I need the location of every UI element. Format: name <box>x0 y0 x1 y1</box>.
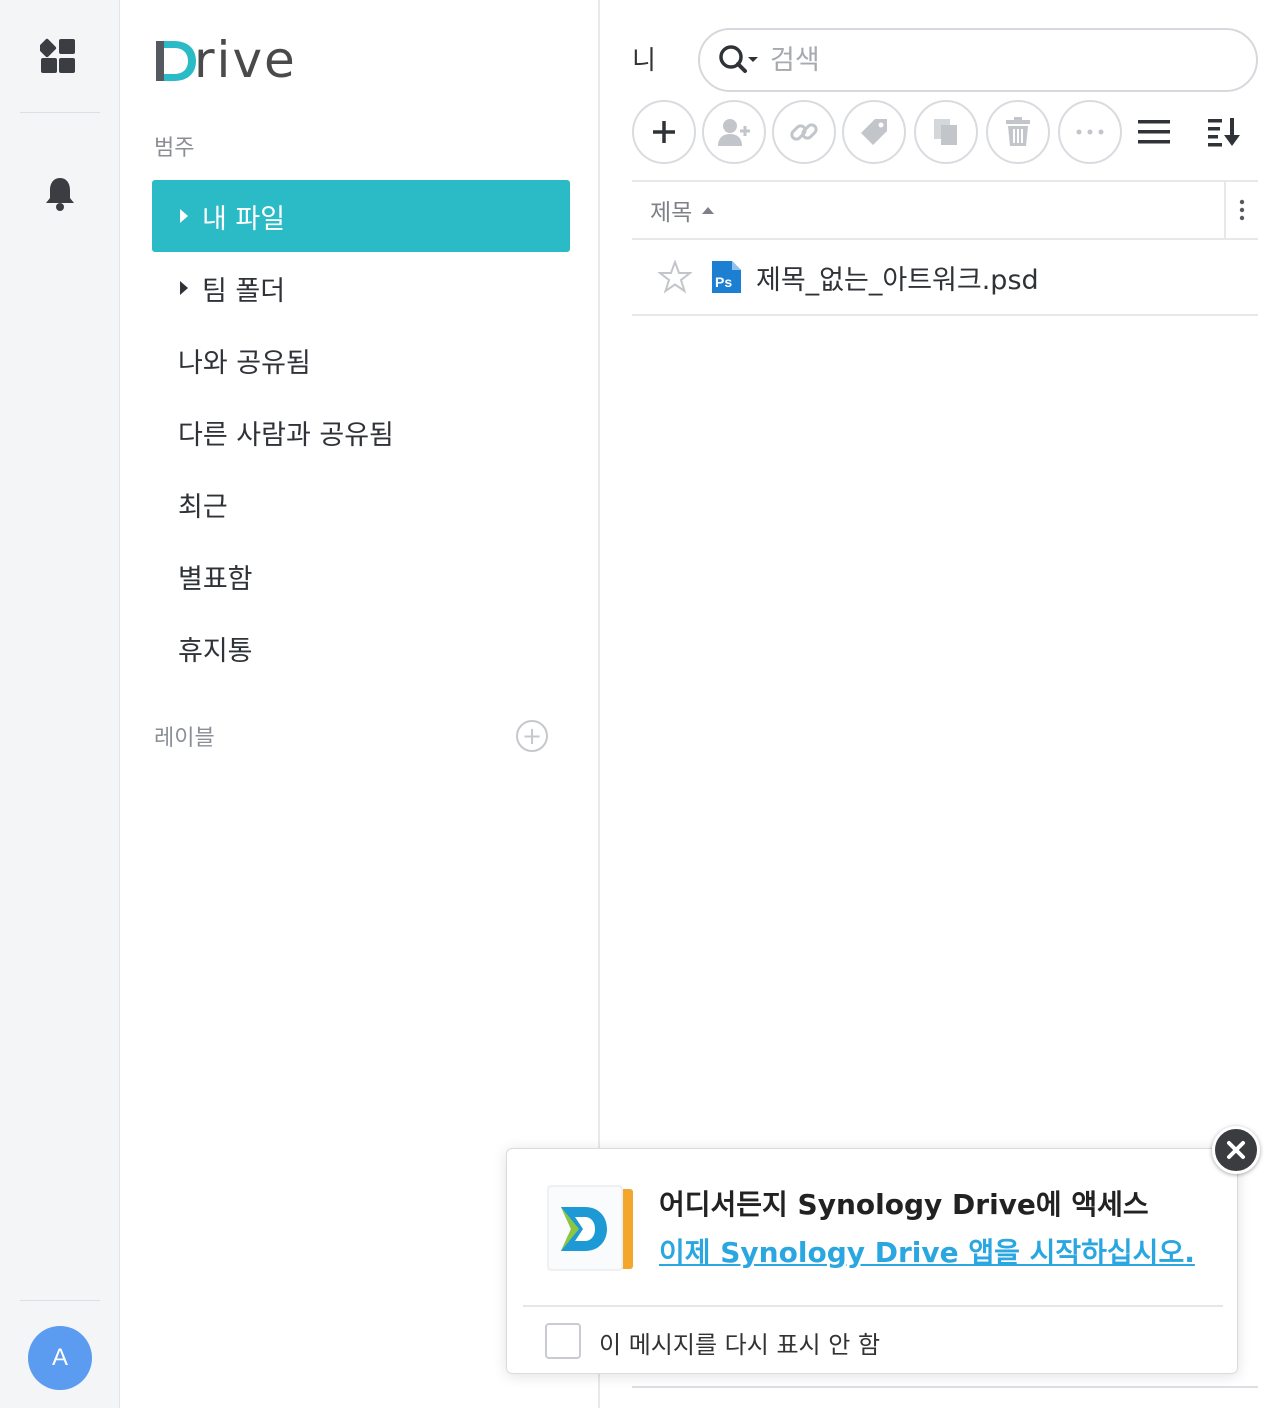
table-row[interactable]: Ps 제목_없는_아트워크.psd <box>632 240 1258 316</box>
sidebar-item-shared-with-others[interactable]: 다른 사람과 공유됨 <box>152 396 570 468</box>
close-icon <box>1227 1141 1245 1159</box>
title-column-header[interactable]: 제목 <box>650 193 715 227</box>
search-icon[interactable] <box>718 42 758 78</box>
dont-show-label[interactable]: 이 메시지를 다시 표시 안 함 <box>599 1325 880 1360</box>
add-label-button[interactable]: + <box>516 720 548 752</box>
tag-icon <box>861 119 887 145</box>
sidebar-item-team-folder[interactable]: 팀 폴더 <box>152 252 570 324</box>
title-column-label: 제목 <box>650 200 693 226</box>
add-icon <box>653 121 675 143</box>
search-box[interactable] <box>698 28 1258 92</box>
sort-icon <box>1208 118 1240 147</box>
labels-heading: 레이블 <box>154 726 215 751</box>
plus-icon: + <box>521 722 543 750</box>
sidebar-item-label: 별표함 <box>178 563 253 595</box>
drive-logo-text: rive <box>194 31 297 89</box>
list-view-icon <box>1138 120 1170 144</box>
tag-button[interactable] <box>842 100 906 164</box>
share-user-button[interactable] <box>702 100 766 164</box>
synology-drive-app-icon <box>547 1185 633 1271</box>
sidebar-item-label: 팀 폴더 <box>202 275 286 307</box>
app-rail: A <box>0 0 120 1408</box>
sidebar-item-label: 다른 사람과 공유됨 <box>178 419 394 451</box>
launch-app-link[interactable]: 이제 Synology Drive 앱을 시작하십시오. <box>659 1231 1195 1271</box>
sort-ascending-icon <box>702 206 715 214</box>
sidebar-item-starred[interactable]: 별표함 <box>152 540 570 612</box>
file-list-header: 제목 <box>632 180 1258 240</box>
file-name[interactable]: 제목_없는_아트워크.psd <box>756 258 1039 297</box>
copy-button[interactable] <box>914 100 978 164</box>
sidebar-item-label: 내 파일 <box>202 203 286 235</box>
popup-divider <box>523 1305 1223 1307</box>
more-icon <box>1076 129 1104 135</box>
close-popup-button[interactable] <box>1212 1126 1260 1174</box>
sidebar-item-label: 최근 <box>178 491 228 523</box>
apps-icon[interactable] <box>37 38 78 74</box>
popup-title: 어디서든지 Synology Drive에 액세스 <box>659 1188 1149 1221</box>
rail-divider-bottom <box>20 1300 100 1301</box>
photoshop-file-icon: Ps <box>712 261 741 293</box>
caret-right-icon[interactable] <box>172 208 196 224</box>
search-input[interactable] <box>770 44 1210 76</box>
rail-divider <box>20 112 100 113</box>
category-heading: 범주 <box>154 136 195 161</box>
promo-popup: 어디서든지 Synology Drive에 액세스 이제 Synology Dr… <box>506 1148 1238 1374</box>
copy-icon <box>934 119 957 145</box>
column-menu-button[interactable] <box>1224 182 1258 238</box>
sidebar-item-shared-with-me[interactable]: 나와 공유됨 <box>152 324 570 396</box>
dont-show-checkbox[interactable] <box>545 1323 581 1359</box>
delete-button[interactable] <box>986 100 1050 164</box>
bell-icon[interactable] <box>44 176 76 212</box>
drive-logo: rive <box>154 30 297 90</box>
trash-icon <box>1006 117 1030 146</box>
sidebar-item-label: 휴지통 <box>178 635 253 667</box>
list-view-button[interactable] <box>1132 110 1176 154</box>
sidebar-item-trash[interactable]: 휴지통 <box>152 612 570 684</box>
star-icon[interactable] <box>658 260 692 294</box>
ps-badge-text: Ps <box>715 274 732 290</box>
sidebar-item-recent[interactable]: 최근 <box>152 468 570 540</box>
link-icon <box>790 123 818 141</box>
caret-right-icon[interactable] <box>172 280 196 296</box>
list-bottom-divider <box>632 1386 1258 1388</box>
breadcrumb[interactable]: 니 <box>632 40 656 77</box>
share-user-icon <box>718 119 750 146</box>
sort-button[interactable] <box>1202 110 1246 154</box>
sidebar-item-label: 나와 공유됨 <box>178 347 311 379</box>
sidebar-item-my-files[interactable]: 내 파일 <box>152 180 570 252</box>
add-button[interactable] <box>632 100 696 164</box>
link-button[interactable] <box>772 100 836 164</box>
avatar[interactable]: A <box>28 1326 92 1390</box>
more-button[interactable] <box>1058 100 1122 164</box>
kebab-menu-icon <box>1239 199 1245 221</box>
